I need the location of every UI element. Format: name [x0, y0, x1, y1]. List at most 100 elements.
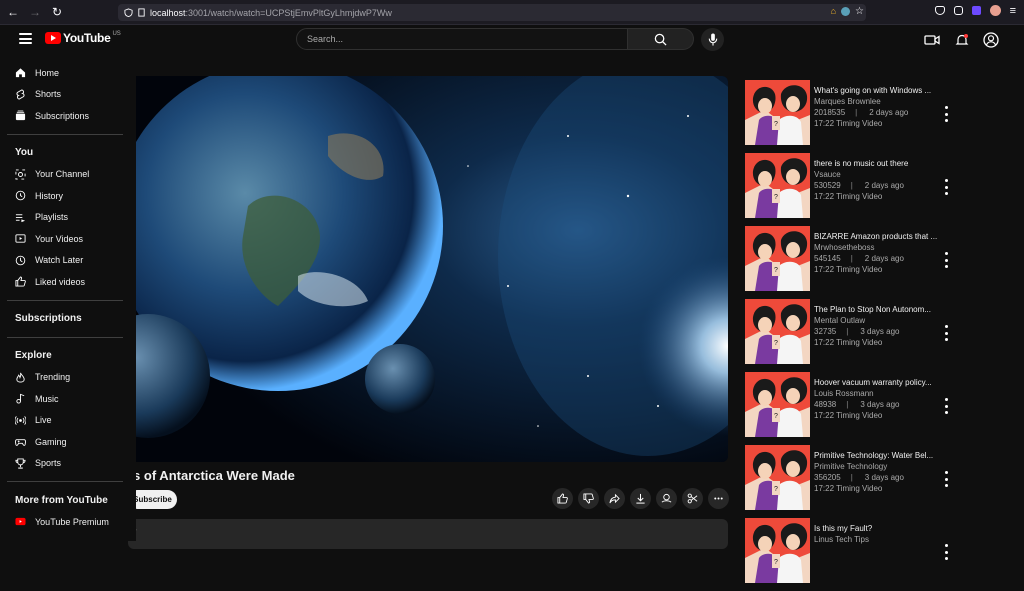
- video-thumbnail[interactable]: ?: [745, 299, 810, 364]
- your-videos-icon: [15, 233, 26, 244]
- sidebar-item-label: Watch Later: [35, 255, 84, 266]
- recommendation-title[interactable]: The Plan to Stop Non Autonom...: [814, 305, 931, 314]
- view-count: 530529: [814, 181, 841, 190]
- upload-age: 3 days ago: [860, 327, 900, 336]
- home-bookmark-icon[interactable]: ⌂: [831, 6, 836, 17]
- proton-icon[interactable]: [971, 6, 981, 15]
- recommendation-meta: 545145 | 2 days ago: [814, 254, 904, 263]
- video-player[interactable]: [128, 76, 728, 462]
- video-thumbnail[interactable]: ?: [745, 153, 810, 218]
- view-count: 356205: [814, 473, 841, 482]
- recommendation-meta: 2018535 | 2 days ago: [814, 108, 908, 117]
- extensions-icon[interactable]: [953, 6, 963, 15]
- recommendation-title[interactable]: there is no music out there: [814, 159, 908, 168]
- sidebar-item-liked-videos[interactable]: Liked videos: [0, 271, 136, 293]
- recommendation-title[interactable]: Hoover vacuum warranty policy...: [814, 378, 932, 387]
- create-video-icon[interactable]: [924, 32, 940, 48]
- description-box[interactable]: [128, 519, 728, 549]
- more-vertical-icon[interactable]: [943, 106, 949, 122]
- sidebar-item-live[interactable]: Live: [0, 410, 136, 432]
- download-icon: [636, 493, 645, 504]
- svg-text:?: ?: [774, 559, 778, 566]
- recommendation-meta: 356205 | 3 days ago: [814, 473, 904, 482]
- recommendation-item[interactable]: ? The Plan to Stop Non Autonom... Mental O…: [745, 299, 1015, 372]
- search-input[interactable]: [296, 28, 628, 50]
- sidebar-item-label: Sports: [35, 458, 62, 469]
- sidebar-item-shorts[interactable]: Shorts: [0, 84, 136, 106]
- more-vertical-icon[interactable]: [943, 544, 949, 560]
- hamburger-icon[interactable]: [19, 33, 32, 44]
- dislike-button[interactable]: [578, 488, 599, 509]
- recommendation-title[interactable]: Primitive Technology: Water Bel...: [814, 451, 933, 460]
- sidebar-heading-you[interactable]: You: [0, 142, 136, 164]
- extension-icon[interactable]: [841, 7, 851, 16]
- video-thumbnail[interactable]: ?: [745, 518, 810, 583]
- recommendation-item[interactable]: ? BIZARRE Amazon products that ... Mrwhose…: [745, 226, 1015, 299]
- sidebar-heading-explore: Explore: [15, 350, 52, 361]
- recommendation-title[interactable]: BIZARRE Amazon products that ...: [814, 232, 937, 241]
- sidebar-item-your-videos[interactable]: Your Videos: [0, 228, 136, 250]
- more-actions-button[interactable]: [708, 488, 729, 509]
- gamepad-icon: [15, 436, 26, 447]
- video-thumbnail[interactable]: ?: [745, 80, 810, 145]
- recommendation-item[interactable]: ? What's going on with Windows ... Marques…: [745, 80, 1015, 153]
- thanks-button[interactable]: [656, 488, 677, 509]
- share-button[interactable]: [604, 488, 625, 509]
- sidebar-item-subscriptions[interactable]: Subscriptions: [0, 105, 136, 127]
- sidebar: Home Shorts Subscriptions You Your Channel…: [0, 55, 136, 541]
- recommendation-item[interactable]: ? Hoover vacuum warranty policy... Louis R…: [745, 372, 1015, 445]
- sidebar-item-trending[interactable]: Trending: [0, 367, 136, 389]
- more-vertical-icon[interactable]: [943, 471, 949, 487]
- voice-search-button[interactable]: [701, 28, 724, 51]
- recommendation-item[interactable]: ? there is no music out there Vsauce 530529…: [745, 153, 1015, 226]
- video-thumbnail[interactable]: ?: [745, 372, 810, 437]
- clip-button[interactable]: [682, 488, 703, 509]
- more-vertical-icon[interactable]: [943, 325, 949, 341]
- youtube-icon: [15, 516, 26, 527]
- recommendation-item[interactable]: ? Primitive Technology: Water Bel... Primi…: [745, 445, 1015, 518]
- svg-text:?: ?: [774, 413, 778, 420]
- scissors-icon: [687, 493, 698, 504]
- video-thumbnail[interactable]: ?: [745, 226, 810, 291]
- notifications-bell-icon[interactable]: [954, 32, 970, 48]
- reload-icon[interactable]: ↻: [48, 3, 66, 21]
- sidebar-item-history[interactable]: History: [0, 185, 136, 207]
- recommendation-title[interactable]: What's going on with Windows ...: [814, 86, 931, 95]
- star-icon[interactable]: ☆: [855, 6, 864, 17]
- sidebar-item-gaming[interactable]: Gaming: [0, 431, 136, 453]
- page-icon: [138, 8, 145, 17]
- back-icon[interactable]: ←: [4, 3, 22, 21]
- sidebar-item-home[interactable]: Home: [0, 62, 136, 84]
- sidebar-item-playlists[interactable]: Playlists: [0, 207, 136, 229]
- account-avatar-icon[interactable]: [983, 32, 999, 48]
- sidebar-item-youtube-premium[interactable]: YouTube Premium: [0, 511, 136, 533]
- youtube-logo[interactable]: YouTube US: [45, 31, 121, 45]
- view-count: 32735: [814, 327, 837, 336]
- sidebar-heading-more: More from YouTube: [15, 494, 108, 506]
- more-vertical-icon[interactable]: [943, 252, 949, 268]
- more-vertical-icon[interactable]: [943, 179, 949, 195]
- sidebar-item-label: Music: [35, 393, 59, 404]
- recommendation-subtitle: 17:22 Timing Video: [814, 265, 883, 274]
- recommendation-title[interactable]: Is this my Fault?: [814, 524, 872, 533]
- more-vertical-icon[interactable]: [943, 398, 949, 414]
- sidebar-item-label: Your Videos: [35, 233, 84, 244]
- shorts-icon: [15, 89, 26, 100]
- recommendation-item[interactable]: ? Is this my Fault? Linus Tech Tips: [745, 518, 1015, 591]
- forward-icon[interactable]: →: [26, 3, 44, 21]
- sidebar-item-your-channel[interactable]: Your Channel: [0, 164, 136, 186]
- menu-icon[interactable]: ≡: [1010, 5, 1016, 17]
- video-thumbnail[interactable]: ?: [745, 445, 810, 510]
- address-bar[interactable]: localhost:3001/watch/watch=UCPStjEmvPltG…: [118, 4, 866, 21]
- sidebar-item-label: History: [35, 190, 64, 201]
- sidebar-item-watch-later[interactable]: Watch Later: [0, 250, 136, 272]
- search-button[interactable]: [628, 28, 694, 50]
- download-button[interactable]: [630, 488, 651, 509]
- account-extension-icon[interactable]: [989, 5, 1001, 16]
- like-button[interactable]: [552, 488, 573, 509]
- sidebar-divider: [7, 336, 123, 338]
- pocket-icon[interactable]: [934, 6, 945, 15]
- sidebar-item-music[interactable]: Music: [0, 388, 136, 410]
- meta-separator: |: [850, 181, 853, 190]
- sidebar-item-sports[interactable]: Sports: [0, 453, 136, 475]
